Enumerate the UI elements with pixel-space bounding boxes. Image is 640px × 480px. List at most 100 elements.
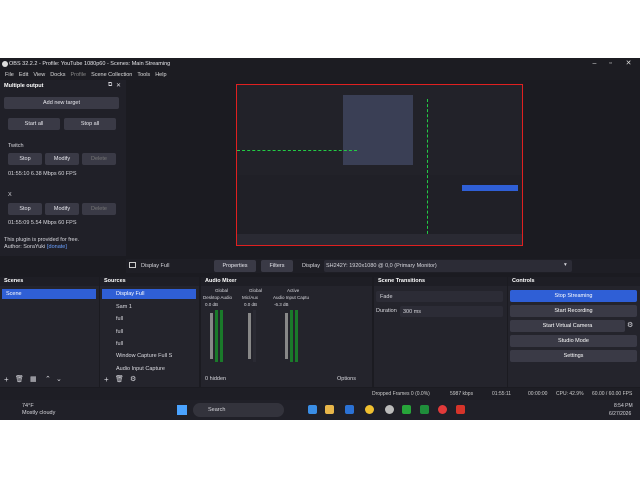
obs-logo-icon — [2, 61, 8, 67]
scene-filter-icon[interactable]: ▦ — [30, 375, 37, 383]
fps-readout: 60.00 / 60.00 FPS — [592, 391, 633, 397]
volume-slider[interactable] — [285, 313, 288, 359]
window-title: OBS 32.2.2 - Profile: YouTube 1080p60 - … — [9, 61, 171, 67]
donate-link[interactable]: [donate] — [47, 244, 67, 250]
source-label: full — [116, 341, 124, 347]
volume-meter — [220, 310, 223, 362]
add-scene-icon[interactable]: + — [4, 375, 9, 384]
filters-button[interactable]: Filters — [261, 260, 293, 272]
guide-line — [427, 99, 428, 239]
studio-mode-button[interactable]: Studio Mode — [510, 335, 637, 347]
app-icon[interactable] — [325, 405, 334, 414]
plugin-author: Author: SoraYuki — [4, 244, 46, 250]
app-icon[interactable] — [438, 405, 447, 414]
close-dock-icon[interactable]: ✕ — [116, 82, 121, 89]
menu-scene-collection[interactable]: Scene Collection — [91, 72, 132, 78]
float-icon[interactable]: ⧉ — [108, 82, 112, 89]
target-delete-button[interactable]: Delete — [82, 153, 116, 165]
source-item[interactable]: Window Capture Full S — [102, 350, 196, 362]
menu-help[interactable]: Help — [155, 72, 166, 78]
gear-icon[interactable]: ⚙ — [627, 321, 633, 329]
move-up-icon[interactable]: ⌃ — [45, 375, 51, 383]
menu-view[interactable]: View — [33, 72, 45, 78]
display-select[interactable]: SH242Y: 1920x1080 @ 0,0 (Primary Monitor… — [324, 260, 572, 272]
properties-button[interactable]: Properties — [214, 260, 256, 272]
target-stop-button[interactable]: Stop — [8, 153, 42, 165]
source-item[interactable]: Display Full — [102, 289, 196, 299]
guide-line — [237, 150, 357, 151]
remove-scene-icon[interactable]: 🗑 — [15, 375, 24, 383]
remove-source-icon[interactable]: 🗑 — [115, 375, 124, 383]
app-icon[interactable] — [420, 405, 429, 414]
transition-select[interactable]: Fade — [376, 291, 503, 302]
source-item[interactable]: Audio Input Capture — [102, 363, 196, 375]
target-name: Twitch — [8, 143, 24, 149]
title-bar: OBS 32.2.2 - Profile: YouTube 1080p60 - … — [0, 58, 640, 70]
properties-label: Properties — [222, 263, 248, 269]
record-time: 00:00:00 — [528, 391, 548, 397]
close-icon[interactable]: ✕ — [620, 58, 637, 70]
multiple-output-dock: Multiple output ⧉ ✕ Add new target Start… — [0, 80, 126, 256]
dropped-frames: Dropped Frames 0 (0.0%) — [372, 391, 430, 397]
cpu-usage: CPU: 42.9% — [556, 391, 584, 397]
menu-docks[interactable]: Docks — [50, 72, 65, 78]
scenes-title: Scenes — [0, 277, 99, 286]
mixer-options[interactable]: Options — [337, 376, 356, 382]
channel-db: 0.0 dB — [244, 302, 258, 307]
plugin-footer: This plugin is provided for free. — [4, 237, 80, 243]
chevron-down-icon: ▾ — [564, 262, 567, 268]
channel-tag: Global — [249, 288, 263, 293]
source-item[interactable]: Sam 1 — [102, 301, 196, 313]
menu-profile[interactable]: Profile — [70, 72, 86, 78]
screen-top — [0, 0, 640, 58]
menu-file[interactable]: File — [5, 72, 14, 78]
target-modify-button[interactable]: Modify — [45, 203, 79, 215]
add-source-icon[interactable]: + — [104, 375, 109, 384]
start-recording-button[interactable]: Start Recording — [510, 305, 637, 317]
clock-date: 6/27/2026 — [609, 411, 632, 417]
preview-area[interactable] — [128, 80, 640, 256]
source-toolbar: Display Full Properties Filters Display … — [126, 259, 640, 273]
maximize-icon[interactable]: ▫ — [602, 58, 619, 70]
volume-slider[interactable] — [248, 313, 251, 359]
preview-canvas[interactable] — [236, 84, 523, 246]
gear-icon[interactable]: ⚙ — [130, 375, 136, 383]
app-icon[interactable] — [402, 405, 411, 414]
channel-name: Audio Input Capture — [273, 295, 309, 300]
source-item[interactable]: full — [102, 338, 196, 350]
channel-tag: Active — [287, 288, 300, 293]
source-item[interactable]: full — [102, 313, 196, 325]
target-modify-button[interactable]: Modify — [45, 153, 79, 165]
menu-tools[interactable]: Tools — [137, 72, 150, 78]
bitrate: 5987 kbps — [450, 391, 474, 397]
move-down-icon[interactable]: ⌄ — [56, 375, 62, 383]
nested-taskbar — [237, 234, 522, 245]
app-icon[interactable] — [308, 405, 317, 414]
volume-slider[interactable] — [210, 313, 213, 359]
start-virtual-camera-button[interactable]: Start Virtual Camera — [510, 320, 625, 332]
audio-mixer-dock: Audio Mixer Global Desktop Audio 0.0 dB … — [201, 277, 372, 387]
menu-edit[interactable]: Edit — [19, 72, 28, 78]
channel-db: -6.3 dB — [274, 302, 289, 307]
source-item[interactable]: full — [102, 326, 196, 338]
start-all-button[interactable]: Start all — [8, 118, 60, 130]
settings-button[interactable]: Settings — [510, 350, 637, 362]
taskbar-search[interactable]: Search — [193, 403, 284, 417]
app-icon[interactable] — [456, 405, 465, 414]
filters-label: Filters — [269, 263, 285, 269]
app-icon[interactable] — [385, 405, 394, 414]
stop-streaming-button[interactable]: Stop Streaming — [510, 290, 637, 302]
app-icon[interactable] — [345, 405, 354, 414]
audio-mixer-title: Audio Mixer — [201, 277, 372, 286]
add-target-button[interactable]: Add new target — [4, 97, 119, 109]
transition-value: Fade — [380, 294, 393, 300]
target-stop-button[interactable]: Stop — [8, 203, 42, 215]
duration-field[interactable]: 300 ms — [400, 306, 503, 317]
minimize-icon[interactable]: – — [586, 58, 603, 70]
windows-start-icon[interactable] — [177, 405, 187, 415]
app-icon[interactable] — [365, 405, 374, 414]
scene-item[interactable]: Scene — [2, 289, 96, 299]
target-delete-button[interactable]: Delete — [82, 203, 116, 215]
screen-bottom — [0, 420, 640, 480]
stop-all-button[interactable]: Stop all — [64, 118, 116, 130]
